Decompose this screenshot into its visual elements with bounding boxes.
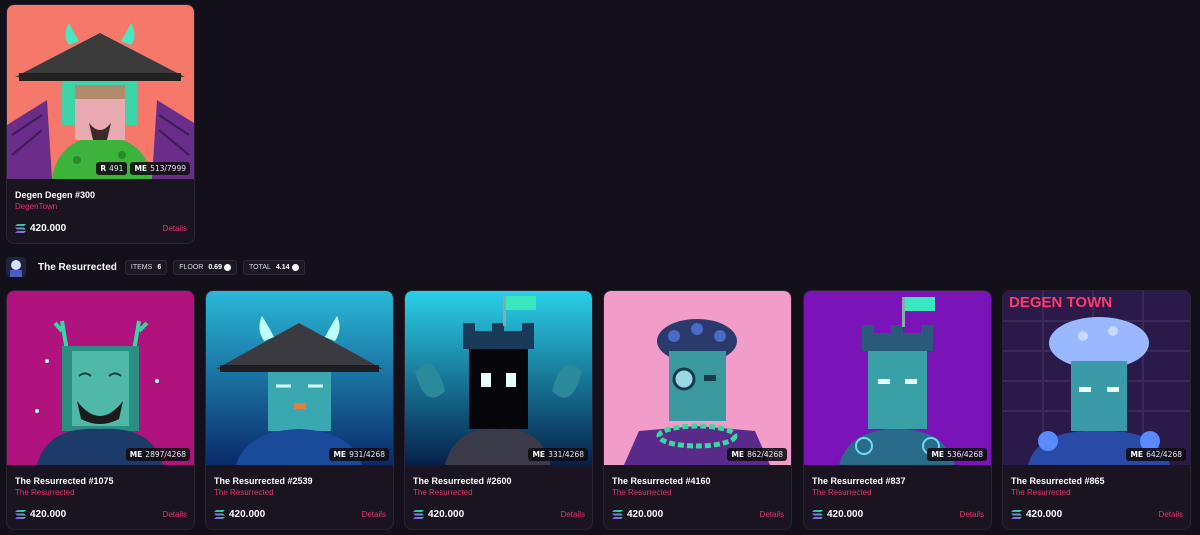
nft-card[interactable]: ME 2897/4268 The Resurrected #1075 The Re… [6,290,195,530]
details-link[interactable]: Details [362,510,386,519]
magic-eden-rank-badge: ME 642/4268 [1126,448,1186,461]
magic-eden-icon: ME [532,450,546,459]
nft-name: The Resurrected #837 [812,476,906,486]
collection-header: The Resurrected ITEMS 6 FLOOR 0.69 TOTAL 4.… [6,257,305,277]
solana-icon [15,510,26,519]
nft-price: 420.000 [15,509,66,520]
nft-price: 420.000 [812,509,863,520]
nft-card[interactable]: ME 536/4268 The Resurrected #837 The Resu… [803,290,992,530]
nft-card-featured[interactable]: R 491 ME 513/7999 Degen Degen #300 DegenTo… [6,4,195,244]
magic-eden-rank-badge: ME 331/4268 [528,448,588,461]
nft-card[interactable]: ME 931/4268 The Resurrected #2539 The Res… [205,290,394,530]
nft-price: 420.000 [214,509,265,520]
nft-price: 420.000 [612,509,663,520]
magic-eden-icon: ME [931,450,945,459]
nft-collection-link[interactable]: The Resurrected [612,488,672,497]
rarity-rank-badge: R 491 [96,162,128,175]
nft-image[interactable]: ME 331/4268 [405,291,592,465]
nft-name: The Resurrected #865 [1011,476,1105,486]
details-link[interactable]: Details [163,510,187,519]
nft-name: Degen Degen #300 [15,190,96,200]
magic-eden-icon: ME [731,450,745,459]
nft-collection-link[interactable]: DegenTown [15,202,57,211]
collection-title[interactable]: The Resurrected [38,262,117,273]
details-link[interactable]: Details [561,510,585,519]
nft-image[interactable]: R 491 ME 513/7999 [7,5,194,179]
nft-collection-link[interactable]: The Resurrected [15,488,75,497]
nft-collection-link[interactable]: The Resurrected [1011,488,1071,497]
solana-icon [214,510,225,519]
nft-card[interactable]: DEGEN TOWN ME 642/4268 The Resurrected #8… [1002,290,1191,530]
details-link[interactable]: Details [960,510,984,519]
magic-eden-rank-badge: ME 2897/4268 [125,448,190,461]
nft-name: The Resurrected #1075 [15,476,114,486]
nft-collection-link[interactable]: The Resurrected [413,488,473,497]
magic-eden-icon: ME [333,450,347,459]
stat-items: ITEMS 6 [124,259,168,275]
nft-price: 420.000 [413,509,464,520]
nft-card[interactable]: ME 331/4268 The Resurrected #2600 The Res… [404,290,593,530]
magic-eden-rank-badge: ME 536/4268 [927,448,987,461]
nft-collection-link[interactable]: The Resurrected [812,488,872,497]
nft-price: 420.000 [15,223,66,234]
collection-avatar[interactable] [6,257,26,277]
solana-icon [612,510,623,519]
nft-image[interactable]: ME 931/4268 [206,291,393,465]
magic-eden-icon: ME [134,164,148,173]
details-link[interactable]: Details [163,224,187,233]
magic-eden-rank-badge: ME 862/4268 [727,448,787,461]
solana-icon [413,510,424,519]
nft-image[interactable]: ME 862/4268 [604,291,791,465]
stat-total: TOTAL 4.14 [242,259,305,275]
solana-icon [1011,510,1022,519]
nft-name: The Resurrected #4160 [612,476,711,486]
details-link[interactable]: Details [760,510,784,519]
nft-image[interactable]: ME 536/4268 [804,291,991,465]
magic-eden-icon: ME [1130,450,1144,459]
nft-price: 420.000 [1011,509,1062,520]
magic-eden-rank-badge: ME 513/7999 [130,162,190,175]
rarity-rank-icon: R [100,164,107,173]
degen-sign: DEGEN TOWN [1009,294,1112,311]
nft-name: The Resurrected #2600 [413,476,512,486]
nft-card[interactable]: ME 862/4268 The Resurrected #4160 The Res… [603,290,792,530]
magic-eden-rank-badge: ME 931/4268 [329,448,389,461]
sol-coin-icon [223,263,231,271]
solana-icon [15,224,26,233]
stat-floor: FLOOR 0.69 [173,259,237,275]
solana-icon [812,510,823,519]
nft-collection-link[interactable]: The Resurrected [214,488,274,497]
nft-name: The Resurrected #2539 [214,476,313,486]
sol-coin-icon [291,263,299,271]
nft-image[interactable]: DEGEN TOWN ME 642/4268 [1003,291,1190,465]
magic-eden-icon: ME [129,450,143,459]
details-link[interactable]: Details [1159,510,1183,519]
nft-image[interactable]: ME 2897/4268 [7,291,194,465]
